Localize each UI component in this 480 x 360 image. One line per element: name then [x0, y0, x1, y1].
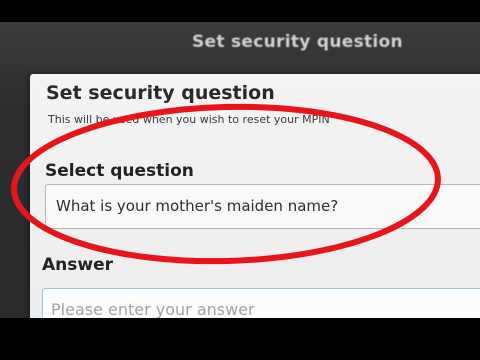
selected-question-value: What is your mother's maiden name? — [56, 197, 339, 215]
sheet-title: Set security question — [46, 82, 275, 104]
answer-label: Answer — [42, 255, 113, 275]
answer-input[interactable] — [51, 300, 471, 318]
app-header-title: Set security question — [192, 32, 403, 52]
video-frame: Set security question Set security quest… — [0, 0, 480, 360]
select-question-label: Select question — [45, 161, 194, 181]
select-question-dropdown[interactable]: What is your mother's maiden name? — [45, 184, 480, 229]
security-question-sheet: Set security question This will be used … — [30, 74, 480, 318]
answer-field-container[interactable] — [42, 288, 480, 318]
phone-screen: Set security question Set security quest… — [0, 22, 480, 318]
sheet-subtitle: This will be used when you wish to reset… — [48, 113, 330, 126]
